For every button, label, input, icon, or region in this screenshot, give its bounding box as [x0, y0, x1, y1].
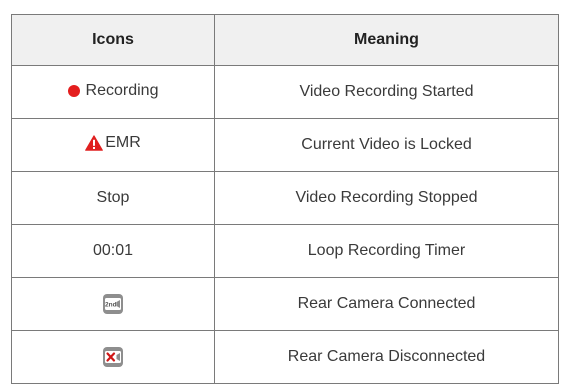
table-row: Rear Camera Disconnected [11, 330, 559, 384]
table-row: Stop Video Recording Stopped [11, 171, 559, 225]
meaning-cell: Rear Camera Disconnected [214, 330, 559, 384]
meaning-cell: Loop Recording Timer [214, 224, 559, 278]
icon-cell: Stop [11, 171, 215, 225]
icon-label: 00:01 [92, 242, 134, 259]
icon-cell: 2nd [11, 277, 215, 331]
red-dot-icon [67, 85, 80, 97]
header-icons: Icons [11, 14, 215, 66]
meaning-cell: Video Recording Stopped [214, 171, 559, 225]
table-row: 2nd Rear Camera Connected [11, 277, 559, 331]
icon-label: Recording [85, 82, 159, 99]
table-row: EMR Current Video is Locked [11, 118, 559, 172]
icon-label: Stop [96, 189, 130, 206]
badge-label: 2nd [105, 301, 117, 308]
icon-label: EMR [105, 134, 141, 151]
meaning-cell: Rear Camera Connected [214, 277, 559, 331]
table-header-row: Icons Meaning [11, 14, 559, 66]
rear-camera-disconnected-icon [103, 346, 123, 367]
meaning-cell: Current Video is Locked [214, 118, 559, 172]
icon-cell: Recording [11, 65, 215, 119]
icons-table: Icons Meaning Recording Video Recording … [11, 14, 559, 384]
meaning-cell: Video Recording Started [214, 65, 559, 119]
warning-triangle-icon [85, 135, 104, 151]
header-meaning: Meaning [214, 14, 559, 66]
icon-cell: 00:01 [11, 224, 215, 278]
icon-cell [11, 330, 215, 384]
rear-camera-connected-icon: 2nd [103, 293, 123, 314]
icon-cell: EMR [11, 118, 215, 172]
table-row: Recording Video Recording Started [11, 65, 559, 119]
table-row: 00:01 Loop Recording Timer [11, 224, 559, 278]
